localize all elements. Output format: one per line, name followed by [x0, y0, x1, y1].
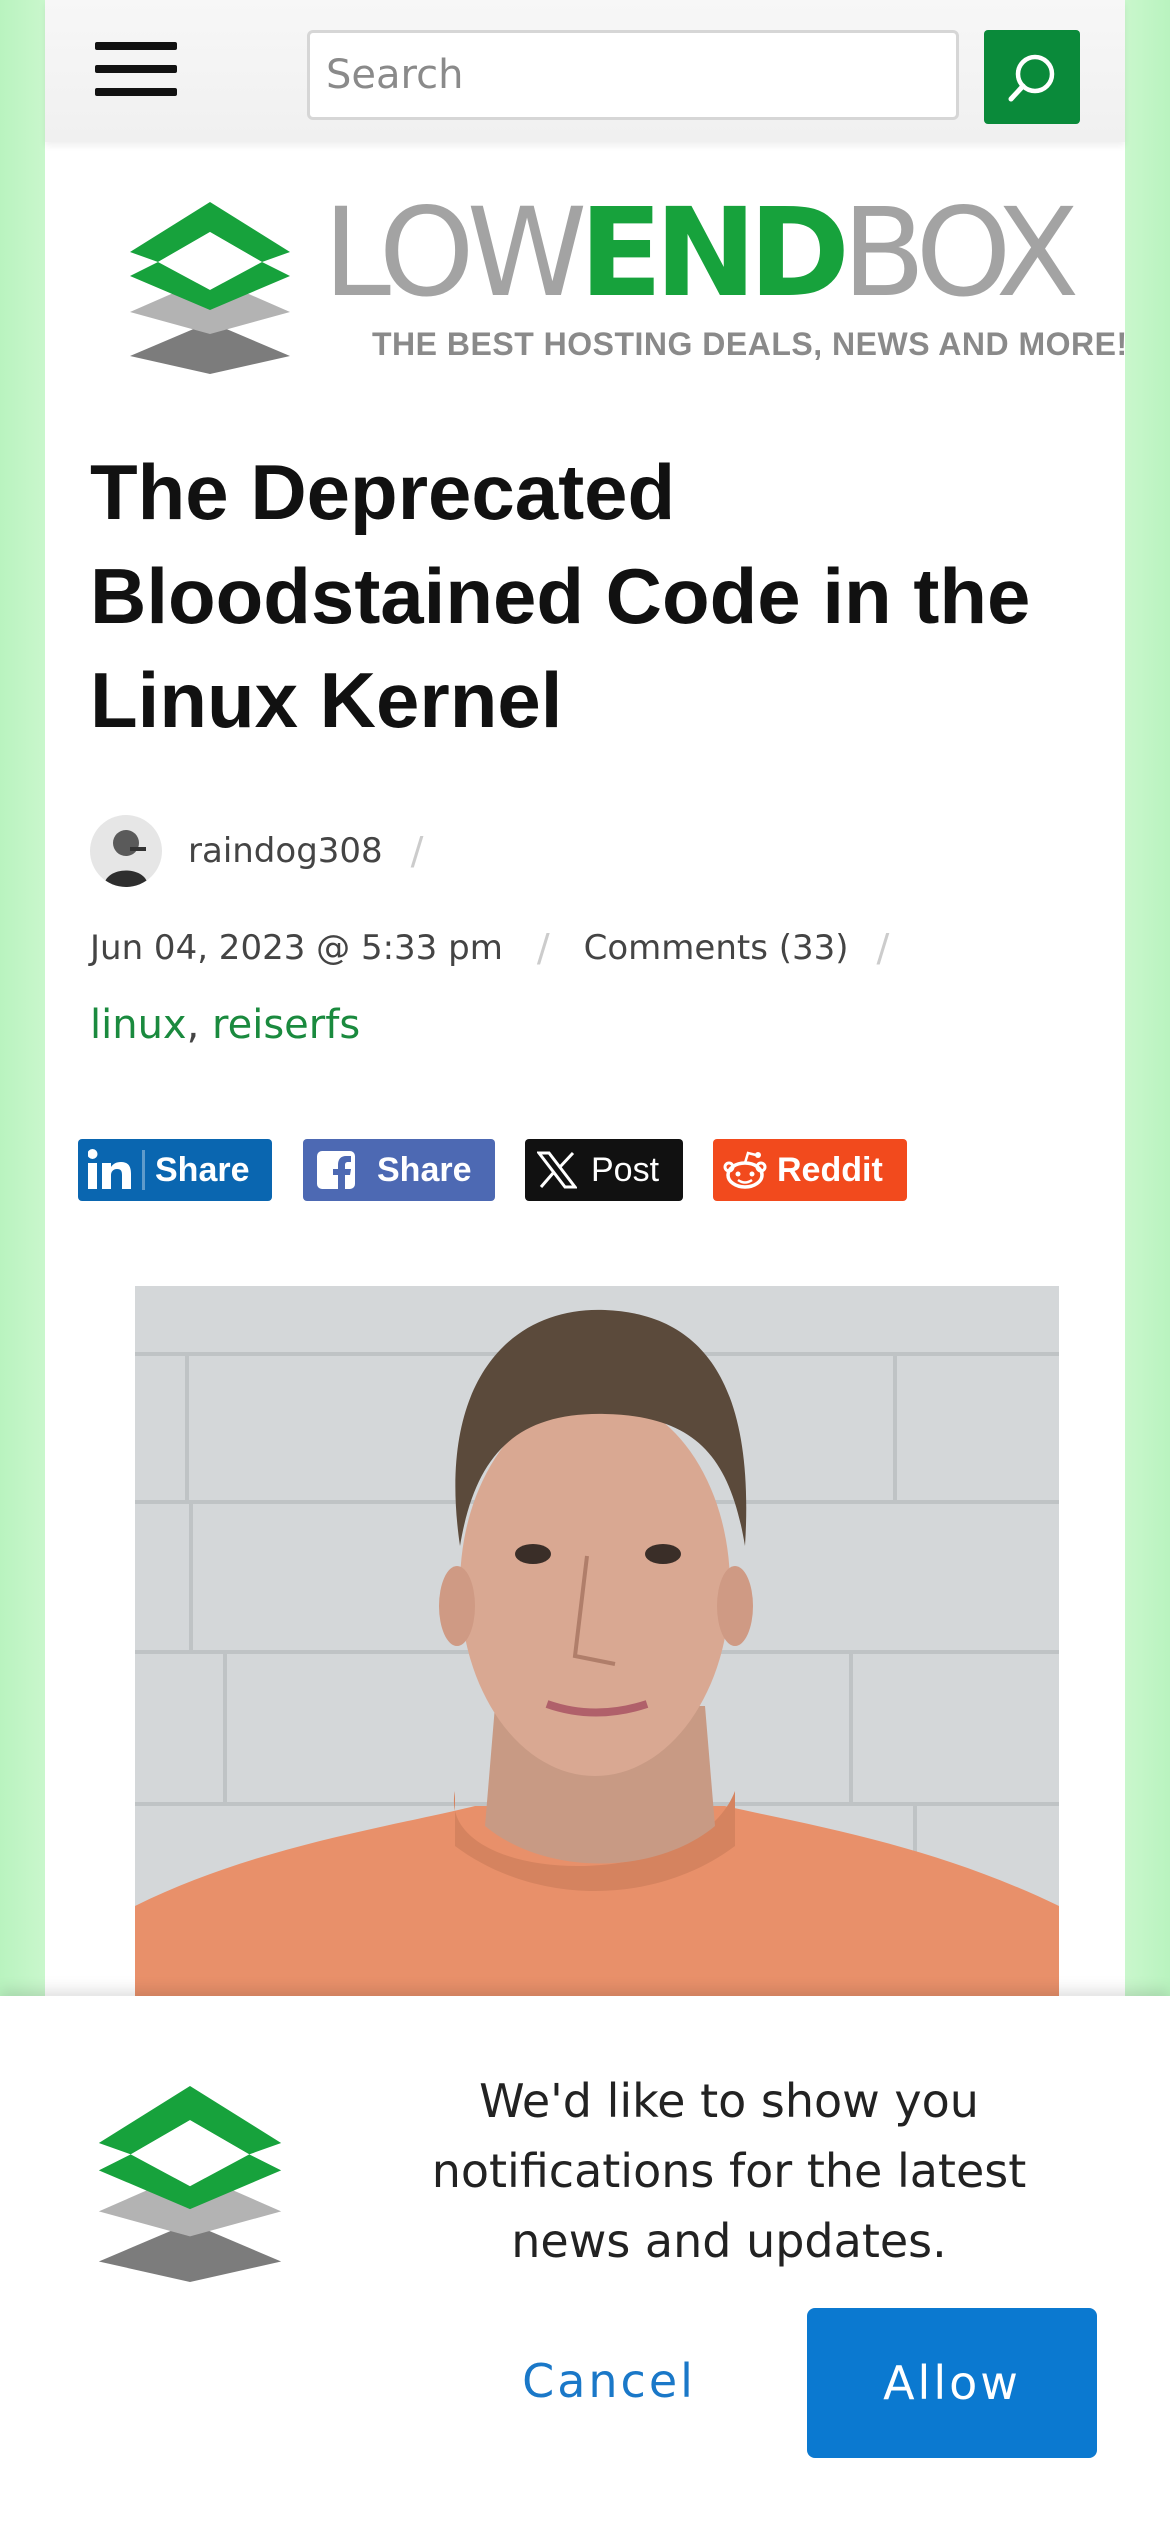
separator: / — [876, 926, 890, 970]
x-icon — [537, 1151, 577, 1189]
reddit-icon — [723, 1150, 767, 1190]
search-input[interactable] — [307, 30, 959, 120]
separator: / — [536, 926, 550, 970]
facebook-icon — [317, 1151, 355, 1189]
post-date: Jun 04, 2023 @ 5:33 pm — [90, 928, 503, 968]
author-link[interactable]: raindog308 — [188, 831, 383, 871]
search-icon — [1008, 54, 1055, 102]
linkedin-icon — [88, 1149, 136, 1191]
notification-prompt: We'd like to show you notifications for … — [0, 1996, 1170, 2532]
reddit-share-button[interactable]: Reddit — [713, 1139, 907, 1201]
separator: / — [410, 829, 424, 873]
post-meta: Jun 04, 2023 @ 5:33 pm / Comments (33) / — [90, 920, 923, 976]
cancel-button[interactable]: Cancel — [486, 2306, 732, 2456]
logo-tagline: THE BEST HOSTING DEALS, NEWS AND MORE! — [372, 326, 1128, 362]
avatar[interactable] — [90, 815, 162, 887]
site-logo[interactable]: LOWENDBOX THE BEST HOSTING DEALS, NEWS A… — [130, 192, 1127, 376]
x-post-button[interactable]: Post — [525, 1139, 683, 1201]
search-button[interactable] — [984, 30, 1080, 124]
notification-message: We'd like to show you notifications for … — [431, 2074, 1027, 2268]
post-tags: linux, reiserfs — [90, 1002, 361, 1048]
author-row: raindog308 / — [90, 815, 423, 887]
article-title: The Deprecated Bloodstained Code in the … — [90, 448, 1031, 744]
allow-button[interactable]: Allow — [807, 2308, 1097, 2458]
article-photo — [135, 1286, 1059, 1996]
layers-logo-icon — [98, 2086, 282, 2282]
site-header — [45, 0, 1125, 142]
comments-link[interactable]: Comments (33) — [584, 928, 849, 968]
tag-link-linux[interactable]: linux — [90, 1002, 187, 1048]
facebook-share-label: Share — [377, 1150, 472, 1189]
linkedin-share-label: Share — [155, 1150, 250, 1189]
x-post-label: Post — [591, 1150, 660, 1189]
layers-logo-icon — [130, 202, 290, 374]
tag-link-reiserfs[interactable]: reiserfs — [212, 1002, 360, 1048]
hamburger-menu-icon[interactable] — [95, 38, 177, 100]
facebook-share-button[interactable]: Share — [303, 1139, 495, 1201]
linkedin-share-button[interactable]: Share — [78, 1139, 272, 1201]
logo-wordmark: LOWENDBOX — [323, 182, 1079, 324]
reddit-share-label: Reddit — [777, 1150, 883, 1189]
